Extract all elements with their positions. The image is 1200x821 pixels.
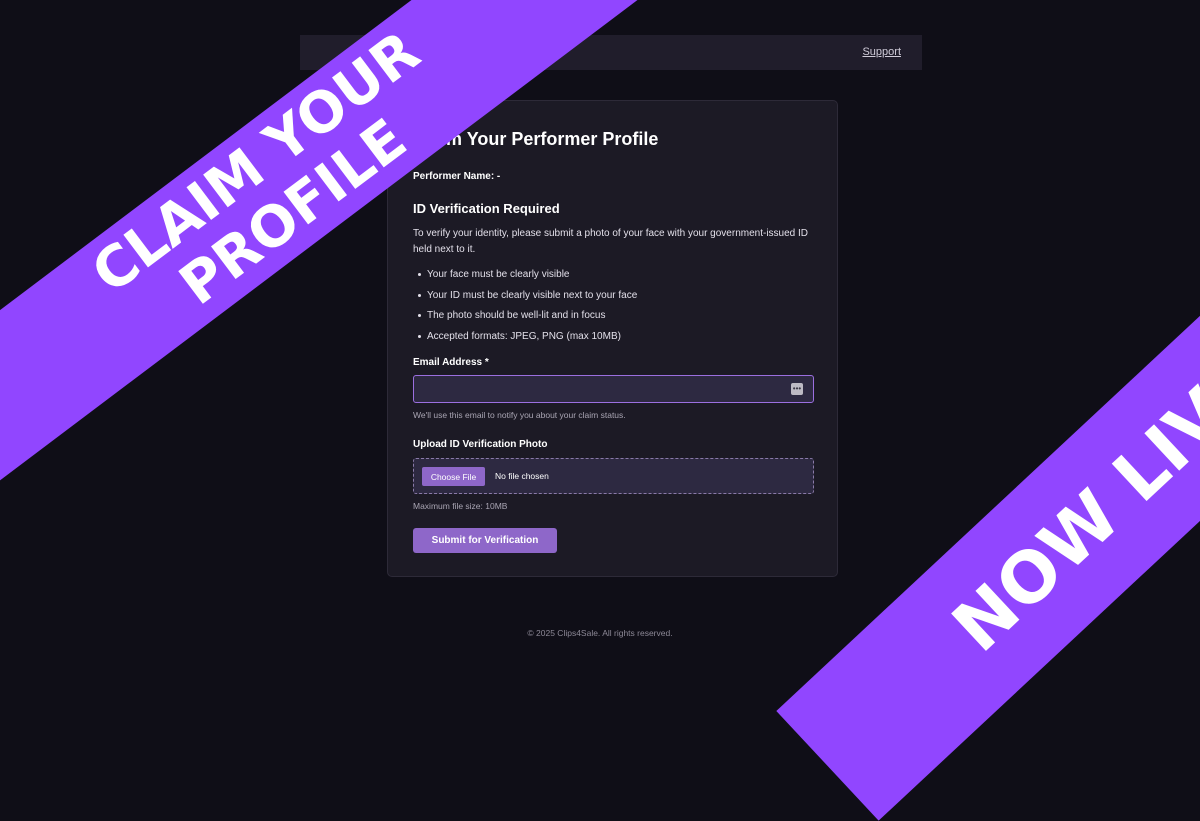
upload-helper-text: Maximum file size: 10MB [413, 501, 508, 511]
now-live-banner: NOW LIVE! [776, 165, 1200, 821]
email-label: Email Address * [413, 357, 489, 368]
email-field-wrapper[interactable]: ••• [413, 375, 814, 403]
list-item: Your ID must be clearly visible next to … [413, 288, 637, 309]
support-link[interactable]: Support [862, 46, 901, 58]
file-upload-field[interactable]: Choose File No file chosen [413, 458, 814, 494]
upload-label: Upload ID Verification Photo [413, 439, 548, 450]
intro-text: To verify your identity, please submit a… [413, 228, 809, 255]
file-status-text: No file chosen [495, 471, 549, 481]
list-item: Your face must be clearly visible [413, 267, 637, 288]
email-field[interactable] [414, 376, 800, 402]
requirements-list: Your face must be clearly visible Your I… [413, 267, 637, 350]
email-helper-text: We'll use this email to notify you about… [413, 410, 626, 420]
list-item: The photo should be well-lit and in focu… [413, 308, 637, 329]
banner-now-live-text: NOW LIVE! [936, 318, 1200, 668]
submit-verification-button[interactable]: Submit for Verification [413, 528, 557, 553]
claim-profile-card: Claim Your Performer Profile Performer N… [387, 100, 838, 577]
section-title: ID Verification Required [413, 201, 560, 216]
autofill-icon[interactable]: ••• [791, 383, 803, 395]
performer-name: Performer Name: - [413, 171, 501, 182]
choose-file-button[interactable]: Choose File [422, 467, 485, 486]
list-item: Accepted formats: JPEG, PNG (max 10MB) [413, 329, 637, 350]
